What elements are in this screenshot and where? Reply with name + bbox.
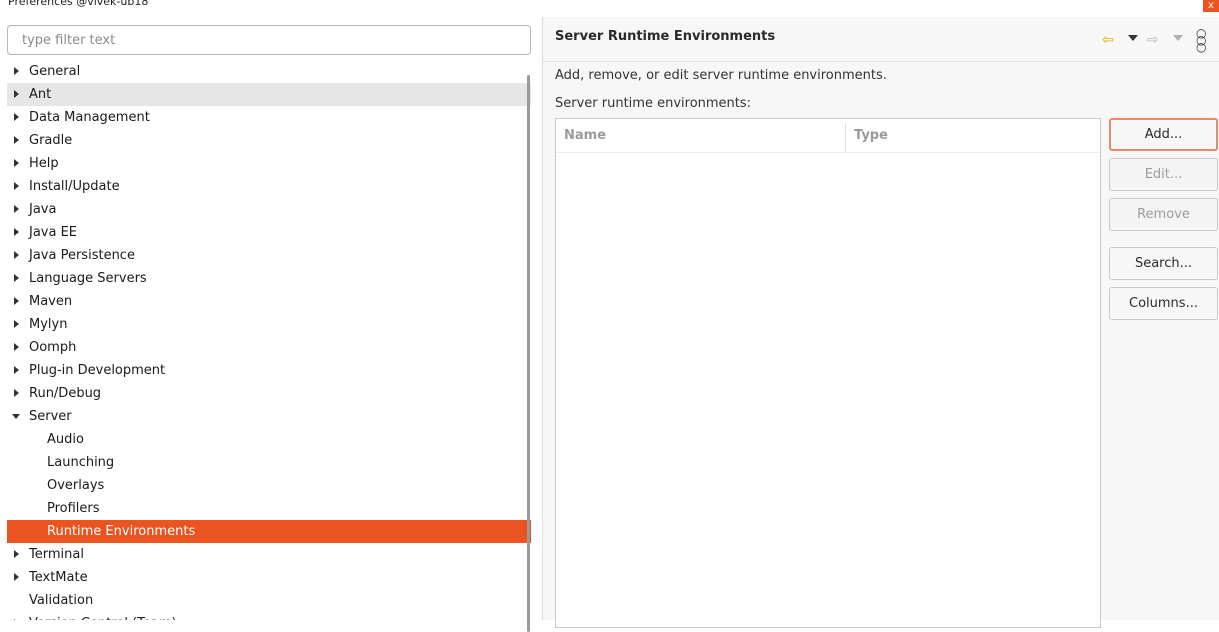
collapsed-arrow-icon[interactable]	[14, 182, 19, 190]
forward-menu-chevron-down-icon[interactable]	[1173, 35, 1183, 41]
columns-button[interactable]: Columns...	[1109, 287, 1218, 320]
tree-item[interactable]: Language Servers	[7, 267, 531, 290]
tree-item[interactable]: Launching	[7, 451, 531, 474]
back-menu-chevron-down-icon[interactable]	[1128, 35, 1138, 41]
table-label: Server runtime environments:	[555, 96, 752, 111]
tree-item[interactable]: Help	[7, 152, 531, 175]
tree-item-label: Terminal	[29, 547, 84, 562]
tree-item-label: Mylyn	[29, 317, 68, 332]
collapsed-arrow-icon[interactable]	[14, 67, 19, 75]
tree-item-label: Oomph	[29, 340, 77, 355]
forward-arrow-icon[interactable]: ⇨	[1147, 33, 1159, 47]
tree-item[interactable]: Server	[7, 405, 531, 428]
tree-item-label: Run/Debug	[29, 386, 102, 401]
tree-item-label: Launching	[47, 455, 115, 470]
search-button[interactable]: Search...	[1109, 247, 1218, 280]
column-header-type[interactable]: Type	[854, 119, 1054, 152]
collapsed-arrow-icon[interactable]	[14, 573, 19, 581]
tree-item[interactable]: Profilers	[7, 497, 531, 520]
tree-item-label: Java	[29, 202, 57, 217]
tree-item-label: Java Persistence	[29, 248, 135, 263]
add-button[interactable]: Add...	[1109, 118, 1218, 151]
tree-item-label: Maven	[29, 294, 73, 309]
collapsed-arrow-icon[interactable]	[14, 251, 19, 259]
preference-page: Server Runtime Environments ⇦ ⇨ ○ ○ ○ Add,…	[543, 17, 1219, 628]
tree-item[interactable]: Ant	[7, 83, 531, 106]
tree-item-label: Ant	[29, 87, 52, 102]
collapsed-arrow-icon[interactable]	[14, 389, 19, 397]
tree-item[interactable]: General	[7, 60, 531, 83]
tree-item-label: Help	[29, 156, 59, 171]
collapsed-arrow-icon[interactable]	[14, 274, 19, 282]
tree-item-label: Language Servers	[29, 271, 147, 286]
tree-item-label: Install/Update	[29, 179, 120, 194]
tree-item[interactable]: Oomph	[7, 336, 531, 359]
edit-button[interactable]: Edit...	[1109, 158, 1218, 191]
kebab-menu-icon[interactable]: ○ ○ ○	[1196, 27, 1206, 53]
back-arrow-icon[interactable]: ⇦	[1102, 33, 1114, 47]
tree-item[interactable]: Data Management	[7, 106, 531, 129]
tree-item-label: Plug-in Development	[29, 363, 166, 378]
collapsed-arrow-icon[interactable]	[14, 228, 19, 236]
tree-item[interactable]: Plug-in Development	[7, 359, 531, 382]
tree-item-label: Version Control (Team)	[29, 612, 177, 620]
page-title: Server Runtime Environments	[555, 29, 776, 44]
tree-item[interactable]: TextMate	[7, 566, 531, 589]
tree-item[interactable]: Version Control (Team)	[7, 612, 531, 620]
preferences-navigation: General Ant Data Management Gradle Help Insta…	[0, 12, 542, 632]
tree-item-label: Overlays	[47, 478, 105, 493]
tree-item[interactable]: Validation	[7, 589, 531, 612]
tree-item[interactable]: Install/Update	[7, 175, 531, 198]
tree-item-label: TextMate	[29, 570, 88, 585]
tree-item-label: Profilers	[47, 501, 100, 516]
collapsed-arrow-icon[interactable]	[14, 159, 19, 167]
tree-item-label: Runtime Environments	[47, 524, 196, 539]
tree-scrollbar[interactable]	[527, 75, 530, 632]
tree-item-label: Data Management	[29, 110, 150, 125]
tree-item-label: Validation	[29, 593, 94, 608]
tree-item[interactable]: Audio	[7, 428, 531, 451]
tree-item[interactable]: Java EE	[7, 221, 531, 244]
column-separator[interactable]	[845, 123, 846, 151]
tree-item-label: Audio	[47, 432, 84, 447]
tree-item[interactable]: Runtime Environments	[7, 520, 531, 543]
tree-item[interactable]: Overlays	[7, 474, 531, 497]
collapsed-arrow-icon[interactable]	[14, 366, 19, 374]
collapsed-arrow-icon[interactable]	[14, 136, 19, 144]
collapsed-arrow-icon[interactable]	[14, 90, 19, 98]
page-header: Server Runtime Environments ⇦ ⇨ ○ ○ ○	[543, 17, 1219, 62]
page-description: Add, remove, or edit server runtime envi…	[555, 68, 887, 83]
runtime-environments-table[interactable]: Name Type	[555, 118, 1101, 628]
collapsed-arrow-icon[interactable]	[14, 550, 19, 558]
tree-item-label: Server	[29, 409, 72, 424]
collapsed-arrow-icon[interactable]	[14, 343, 19, 351]
preferences-tree: General Ant Data Management Gradle Help Insta…	[7, 60, 531, 620]
expanded-arrow-icon[interactable]	[12, 414, 20, 419]
collapsed-arrow-icon[interactable]	[14, 205, 19, 213]
tree-item-label: Gradle	[29, 133, 73, 148]
window-title: Preferences @vivek-ub18	[8, 0, 149, 8]
remove-button[interactable]: Remove	[1109, 198, 1218, 231]
tree-item[interactable]: Run/Debug	[7, 382, 531, 405]
collapsed-arrow-icon[interactable]	[14, 113, 19, 121]
tree-item[interactable]: Maven	[7, 290, 531, 313]
column-header-name[interactable]: Name	[564, 119, 844, 152]
tree-item[interactable]: Java	[7, 198, 531, 221]
collapsed-arrow-icon[interactable]	[14, 320, 19, 328]
window-titlebar: Preferences @vivek-ub18 x	[0, 0, 1219, 12]
table-header: Name Type	[556, 119, 1100, 153]
filter-input[interactable]	[7, 25, 531, 55]
tree-item[interactable]: Gradle	[7, 129, 531, 152]
close-button[interactable]: x	[1203, 0, 1219, 12]
tree-item[interactable]: Terminal	[7, 543, 531, 566]
tree-item-label: General	[29, 64, 81, 79]
tree-item[interactable]: Mylyn	[7, 313, 531, 336]
tree-item[interactable]: Java Persistence	[7, 244, 531, 267]
tree-item-label: Java EE	[29, 225, 78, 240]
collapsed-arrow-icon[interactable]	[14, 297, 19, 305]
